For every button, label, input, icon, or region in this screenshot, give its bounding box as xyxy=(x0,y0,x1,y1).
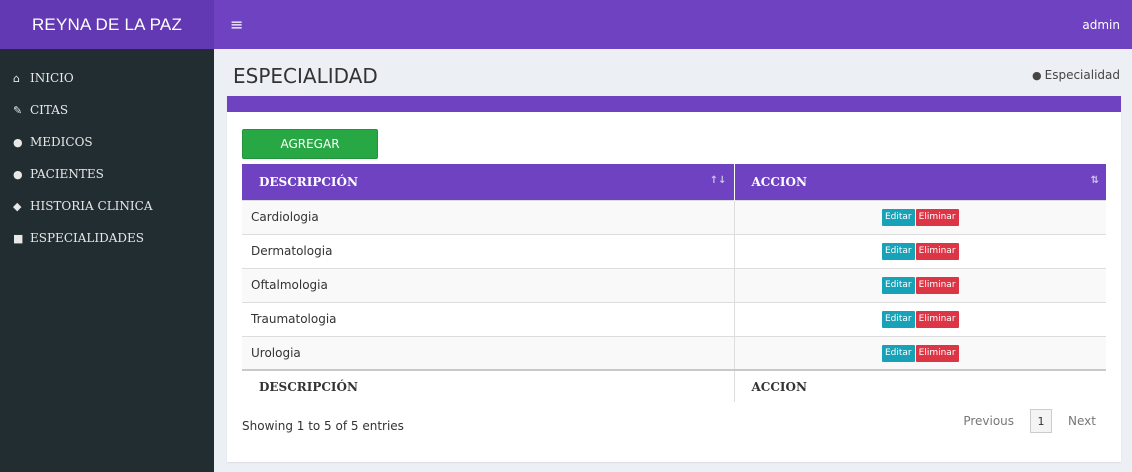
sort-asc-icon: ↑↓ xyxy=(709,175,727,186)
sidebar-item-label: PACIENTES xyxy=(30,167,104,181)
cell-actions: Editar Eliminar xyxy=(733,199,1106,234)
cell-descripcion: Cardiologia xyxy=(242,199,734,234)
cell-actions: Editar Eliminar xyxy=(733,335,1106,370)
table-row: Traumatologia Editar Eliminar xyxy=(242,301,1106,336)
sidebar: ⌂ INICIO ✎ CITAS ● MEDICOS ● PACIENTES ◆… xyxy=(0,49,214,472)
sidebar-item-historia-clinica[interactable]: ◆ HISTORIA CLINICA xyxy=(0,190,214,222)
add-button[interactable]: AGREGAR xyxy=(242,129,378,159)
column-header-descripcion[interactable]: DESCRIPCIÓN ↑↓ xyxy=(242,164,735,200)
edit-button[interactable]: Editar xyxy=(881,277,915,294)
breadcrumb-label: Especialidad xyxy=(1044,68,1120,82)
edit-button[interactable]: Editar xyxy=(881,209,915,226)
delete-button[interactable]: Eliminar xyxy=(915,209,959,226)
next-page-button[interactable]: Next xyxy=(1058,414,1106,428)
sidebar-item-especialidades[interactable]: ■ ESPECIALIDADES xyxy=(0,222,214,254)
cell-descripcion: Urologia xyxy=(242,335,734,370)
table-info: Showing 1 to 5 of 5 entries xyxy=(242,419,404,433)
edit-icon: ✎ xyxy=(13,103,23,117)
edit-button[interactable]: Editar xyxy=(881,243,915,260)
page-number-button[interactable]: 1 xyxy=(1030,409,1053,433)
main-content: ESPECIALIDAD ● Especialidad AGREGAR DESC… xyxy=(214,49,1132,472)
user-menu[interactable]: admin xyxy=(1082,18,1120,32)
table-row: Cardiologia Editar Eliminar xyxy=(242,199,1106,234)
hamburger-icon[interactable]: ≡ xyxy=(230,15,243,34)
user-icon: ● xyxy=(1032,68,1042,82)
column-header-accion[interactable]: ACCION ⇅ xyxy=(734,164,1106,200)
especialidades-table: DESCRIPCIÓN ↑↓ ACCION ⇅ Cardiologia Edit… xyxy=(242,164,1106,402)
id-card-icon: ■ xyxy=(13,231,24,245)
footer-column-descripcion: DESCRIPCIÓN xyxy=(242,369,735,402)
cell-descripcion: Traumatologia xyxy=(242,301,734,336)
footer-column-accion: ACCION xyxy=(734,369,1106,402)
delete-button[interactable]: Eliminar xyxy=(915,243,959,260)
delete-button[interactable]: Eliminar xyxy=(915,344,959,362)
sidebar-item-medicos[interactable]: ● MEDICOS xyxy=(0,126,214,158)
sidebar-item-inicio[interactable]: ⌂ INICIO xyxy=(0,62,214,94)
edit-button[interactable]: Editar xyxy=(881,311,915,328)
page-title: ESPECIALIDAD xyxy=(233,64,378,88)
delete-button[interactable]: Eliminar xyxy=(915,277,959,294)
sidebar-item-label: INICIO xyxy=(30,71,74,85)
brand-logo[interactable]: REYNA DE LA PAZ xyxy=(0,0,214,49)
pagination: Previous 1 Next xyxy=(953,409,1106,433)
users-icon: ◆ xyxy=(13,199,22,213)
breadcrumb: ● Especialidad xyxy=(1032,68,1120,82)
cell-descripcion: Oftalmologia xyxy=(242,267,734,302)
content-box: AGREGAR DESCRIPCIÓN ↑↓ ACCION ⇅ Cardiolo… xyxy=(227,96,1121,462)
edit-button[interactable]: Editar xyxy=(881,344,915,362)
sidebar-item-label: ESPECIALIDADES xyxy=(30,231,144,245)
sidebar-item-label: MEDICOS xyxy=(30,135,93,149)
sidebar-item-pacientes[interactable]: ● PACIENTES xyxy=(0,158,214,190)
navbar: ≡ admin xyxy=(214,0,1132,49)
user-md-icon: ● xyxy=(13,135,23,149)
home-icon: ⌂ xyxy=(13,71,20,85)
user-icon: ● xyxy=(13,167,23,181)
table-row: Dermatologia Editar Eliminar xyxy=(242,233,1106,268)
delete-button[interactable]: Eliminar xyxy=(915,311,959,328)
sort-icon: ⇅ xyxy=(1090,175,1099,186)
sidebar-item-citas[interactable]: ✎ CITAS xyxy=(0,94,214,126)
previous-page-button[interactable]: Previous xyxy=(953,414,1024,428)
top-header: REYNA DE LA PAZ ≡ admin xyxy=(0,0,1132,49)
cell-actions: Editar Eliminar xyxy=(733,233,1106,268)
cell-descripcion: Dermatologia xyxy=(242,233,734,268)
sidebar-item-label: CITAS xyxy=(30,103,69,117)
sidebar-item-label: HISTORIA CLINICA xyxy=(30,199,153,213)
cell-actions: Editar Eliminar xyxy=(733,267,1106,302)
cell-actions: Editar Eliminar xyxy=(733,301,1106,336)
table-row: Oftalmologia Editar Eliminar xyxy=(242,267,1106,302)
table-row: Urologia Editar Eliminar xyxy=(242,335,1106,370)
